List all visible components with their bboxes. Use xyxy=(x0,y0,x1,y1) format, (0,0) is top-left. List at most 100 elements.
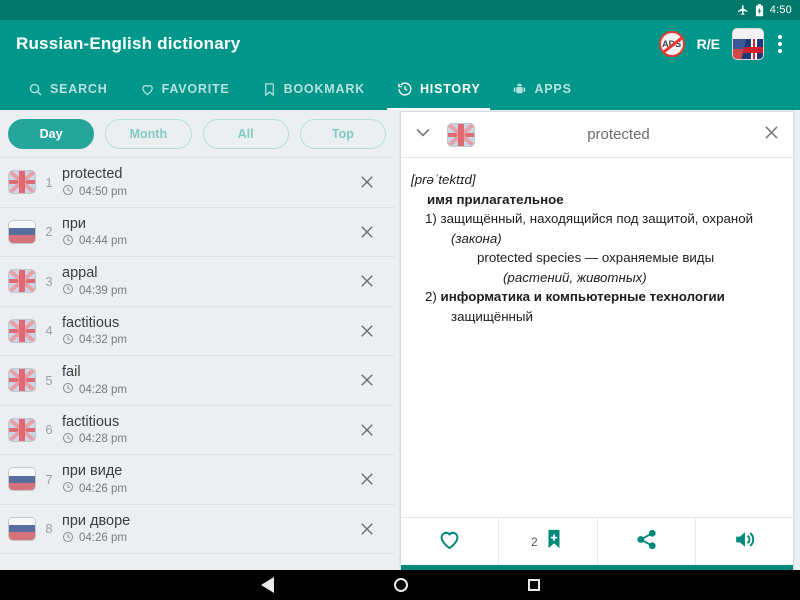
filter-chip-all[interactable]: All xyxy=(202,119,289,149)
tab-label: BOOKMARK xyxy=(283,82,365,96)
remove-history-button[interactable] xyxy=(346,272,388,290)
bookmark-icon xyxy=(262,82,277,97)
home-icon[interactable] xyxy=(393,578,408,592)
tab-apps[interactable]: APPS xyxy=(496,68,587,110)
sense-number: 1) xyxy=(425,211,437,227)
history-list[interactable]: 1 protected 04:50 pm 2 при 04:44 pm 3 appal 04:3… xyxy=(0,157,394,570)
tab-history[interactable]: HISTORY xyxy=(381,68,496,110)
row-index: 4 xyxy=(45,323,53,339)
appbar-actions: ADS R/E xyxy=(658,28,784,60)
tab-favorite[interactable]: FAVORITE xyxy=(124,68,246,110)
sense-text: защищённый, находящийся под защитой, охр… xyxy=(440,211,754,227)
bookmark-count: 2 xyxy=(531,534,538,549)
remove-history-button[interactable] xyxy=(346,173,388,191)
row-time-text: 04:26 pm xyxy=(79,482,127,495)
filter-chip-top[interactable]: Top xyxy=(299,119,386,149)
row-content: при виде 04:26 pm xyxy=(62,462,346,496)
row-index: 1 xyxy=(45,174,53,190)
tab-bookmark[interactable]: BOOKMARK xyxy=(246,68,381,110)
remove-history-button[interactable] xyxy=(346,421,388,439)
row-index: 6 xyxy=(45,422,53,438)
row-time-text: 04:26 pm xyxy=(79,532,127,545)
back-icon[interactable] xyxy=(260,577,274,593)
history-row[interactable]: 6 factitious 04:28 pm xyxy=(0,405,394,455)
row-word: при дворе xyxy=(62,512,131,529)
history-row[interactable]: 3 appal 04:39 pm xyxy=(0,257,394,307)
row-content: factitious 04:32 pm xyxy=(62,314,346,348)
sense-text: защищённый xyxy=(451,308,533,324)
russian-english-flag-icon[interactable] xyxy=(732,28,764,60)
row-timestamp: 04:44 pm xyxy=(62,234,346,249)
tab-label: APPS xyxy=(534,82,572,96)
share-button[interactable] xyxy=(598,518,696,565)
uk-flag-icon xyxy=(8,269,36,294)
clock-icon xyxy=(62,234,74,249)
history-row[interactable]: 8 при дворе 04:26 pm xyxy=(0,504,394,554)
row-time-text: 04:44 pm xyxy=(79,235,127,248)
row-timestamp: 04:26 pm xyxy=(62,531,346,546)
clock-icon xyxy=(62,283,74,298)
bookmark-add-icon xyxy=(543,527,565,556)
history-row[interactable]: 7 при виде 04:26 pm xyxy=(0,455,394,505)
russian-flag-icon xyxy=(8,219,36,244)
android-icon xyxy=(512,82,527,97)
recents-icon[interactable] xyxy=(527,579,540,591)
chevron-down-icon[interactable] xyxy=(413,122,433,147)
remove-history-button[interactable] xyxy=(346,520,388,538)
row-timestamp: 04:26 pm xyxy=(62,481,346,496)
example-note: (растений, животных) xyxy=(503,269,647,285)
clock-icon xyxy=(62,531,74,546)
row-index: 2 xyxy=(45,224,53,240)
tab-bar: SEARCH FAVORITE BOOKMARK HISTORY APPS xyxy=(0,68,800,110)
uk-flag-icon xyxy=(8,417,36,442)
row-index: 3 xyxy=(45,273,53,289)
heart-icon xyxy=(140,82,155,97)
filter-chip-group: Day Month All Top xyxy=(0,110,394,157)
row-timestamp: 04:28 pm xyxy=(62,382,346,397)
history-pane: Day Month All Top 1 protected 04:50 pm 2 при… xyxy=(0,110,394,570)
clock-icon xyxy=(62,382,74,397)
search-icon xyxy=(28,82,43,97)
close-icon[interactable] xyxy=(762,123,781,147)
history-row[interactable]: 2 при 04:44 pm xyxy=(0,207,394,257)
language-direction-label[interactable]: R/E xyxy=(697,36,720,52)
remove-history-button[interactable] xyxy=(346,371,388,389)
tab-label: HISTORY xyxy=(419,82,481,96)
page-title: Russian-English dictionary xyxy=(16,34,241,53)
row-word: fail xyxy=(62,364,81,381)
row-content: fail 04:28 pm xyxy=(62,363,346,397)
remove-history-button[interactable] xyxy=(346,322,388,340)
history-icon xyxy=(397,81,413,97)
filter-chip-month[interactable]: Month xyxy=(105,119,192,149)
remove-history-button[interactable] xyxy=(346,470,388,488)
row-word: factitious xyxy=(62,413,120,430)
entry-sense-2: 2) информатика и компьютерные технологии… xyxy=(425,287,783,326)
entry-header: protected xyxy=(401,112,793,158)
pronounce-button[interactable] xyxy=(696,518,793,565)
sense-domain: информатика и компьютерные технологии xyxy=(440,289,725,305)
overflow-menu-icon[interactable] xyxy=(776,31,784,57)
row-index: 7 xyxy=(45,471,53,487)
row-word: при xyxy=(62,215,87,232)
row-timestamp: 04:50 pm xyxy=(62,184,346,199)
history-row[interactable]: 1 protected 04:50 pm xyxy=(0,158,394,208)
remove-history-button[interactable] xyxy=(346,223,388,241)
row-time-text: 04:50 pm xyxy=(79,185,127,198)
no-ads-icon[interactable]: ADS xyxy=(658,31,685,57)
row-content: при дворе 04:26 pm xyxy=(62,512,346,546)
clock-icon xyxy=(62,333,74,348)
entry-card: protected [prəˈtektɪd] имя прилагательно… xyxy=(400,111,794,570)
bookmark-button[interactable]: 2 xyxy=(499,518,598,565)
entry-sense-1: 1) защищённый, находящийся под защитой, … xyxy=(425,209,783,248)
tab-label: FAVORITE xyxy=(161,82,230,96)
entry-action-bar: 2 xyxy=(401,517,793,565)
tab-search[interactable]: SEARCH xyxy=(12,68,124,110)
entry-title: protected xyxy=(587,126,650,143)
history-row[interactable]: 5 fail 04:28 pm xyxy=(0,356,394,406)
favorite-button[interactable] xyxy=(401,518,500,565)
clock-icon xyxy=(62,481,74,496)
speaker-icon xyxy=(732,527,757,557)
history-row[interactable]: 4 factitious 04:32 pm xyxy=(0,306,394,356)
filter-chip-day[interactable]: Day xyxy=(8,119,95,149)
row-timestamp: 04:39 pm xyxy=(62,283,346,298)
